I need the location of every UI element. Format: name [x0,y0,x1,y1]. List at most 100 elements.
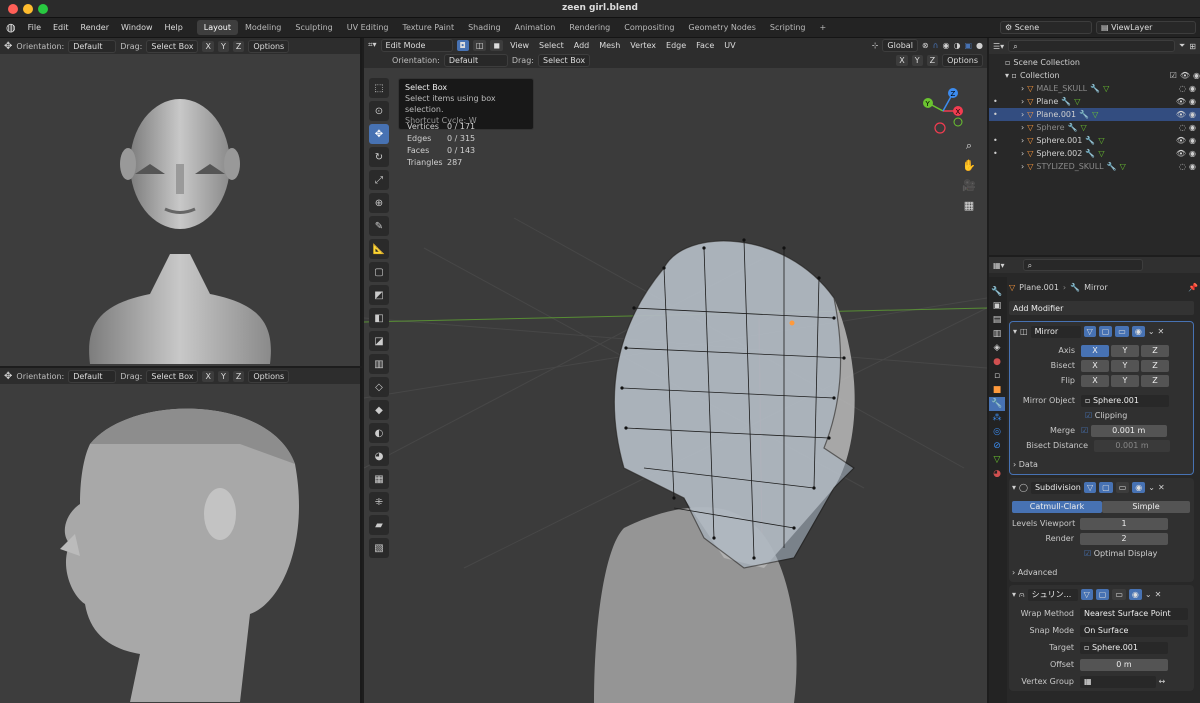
view-layer-tab-icon[interactable]: ▥ [989,327,1005,341]
poly-build-tool-icon[interactable]: ◆ [369,400,389,420]
object-tab-icon[interactable]: ■ [989,383,1005,397]
view-layer-selector[interactable]: ▤ ViewLayer [1096,21,1196,34]
axis-y-toggle[interactable]: Y [911,54,923,66]
add-cube-tool-icon[interactable]: ▢ [369,262,389,282]
drag-dropdown[interactable]: Select Box [537,53,591,67]
loop-cut-tool-icon[interactable]: ▥ [369,354,389,374]
options-dropdown[interactable]: Options [248,369,290,383]
tab-scripting[interactable]: Scripting [763,20,813,35]
move-tool-icon[interactable]: ✥ [4,371,12,382]
menu-add[interactable]: Add [571,41,593,50]
viewport-toggle-icon[interactable]: ▭ [1115,326,1129,337]
camera-icon[interactable]: 🎥 [961,176,977,196]
shading-solid-icon[interactable]: ● [976,41,983,50]
scale-tool-icon[interactable]: ⤢ [369,170,389,190]
drag-dropdown[interactable]: Select Box [146,369,199,383]
front-viewport[interactable]: ✥ Orientation: Default Drag: Select Box … [0,38,362,366]
menu-uv[interactable]: UV [721,41,738,50]
menu-face[interactable]: Face [693,41,717,50]
magnet-icon[interactable]: ∩ [933,41,939,50]
eye-icon[interactable]: ◌ [1179,162,1186,171]
add-modifier-button[interactable]: Add Modifier [1009,301,1194,315]
axis-z-button[interactable]: Z [1141,344,1169,357]
snap-icon[interactable]: ⊗ [922,41,929,50]
data-tab-icon[interactable]: ▽ [989,453,1005,467]
outliner-item[interactable]: › ▽ MALE_SKULL 🔧 ▽ ◌ ◉ [989,82,1200,95]
menu-select[interactable]: Select [536,41,567,50]
render-toggle-icon[interactable]: ◉ [1132,482,1146,493]
visibility-dot-icon[interactable]: • [993,136,1003,145]
inset-tool-icon[interactable]: ◧ [369,308,389,328]
transform-pivot-icon[interactable]: ⊹ [872,41,879,50]
move-tool-icon[interactable]: ✥ [369,124,389,144]
editor-type-icon[interactable]: ⌗▾ [368,40,377,50]
outliner-scene-collection[interactable]: ▫ Scene Collection [989,56,1200,69]
menu-render[interactable]: Render [75,23,115,32]
smooth-tool-icon[interactable]: ◕ [369,446,389,466]
properties-search-input[interactable]: ⌕ [1022,259,1143,271]
shrink-fatten-tool-icon[interactable]: ⁜ [369,492,389,512]
levels-viewport-field[interactable]: 1 [1080,517,1168,530]
shear-tool-icon[interactable]: ▰ [369,515,389,535]
outliner-item[interactable]: • › ▽ Sphere.002 🔧 ▽ 👁 ◉ [989,147,1200,160]
close-icon[interactable]: ✕ [1158,327,1165,336]
pin-icon[interactable]: 📌 [1188,283,1198,292]
zoom-icon[interactable]: ⌕ [961,136,977,156]
outliner-search-input[interactable]: ⌕ [1008,40,1175,52]
axis-x-toggle[interactable]: X [202,370,214,382]
tab-texture-paint[interactable]: Texture Paint [395,20,461,35]
menu-edit[interactable]: Edit [47,23,75,32]
modifier-tab-icon[interactable]: 🔧 [989,397,1005,411]
eye-icon[interactable]: 👁 [1176,149,1186,158]
bisect-x-button[interactable]: X [1081,359,1109,372]
merge-checkbox[interactable]: ☑ [1081,426,1088,435]
menu-vertex[interactable]: Vertex [627,41,659,50]
axis-x-toggle[interactable]: X [896,54,908,66]
bevel-tool-icon[interactable]: ◪ [369,331,389,351]
offset-field[interactable]: 0 m [1080,658,1168,671]
edge-select-icon[interactable]: ◫ [472,39,487,51]
eye-icon[interactable]: 👁 [1176,110,1186,119]
cage-toggle-icon[interactable]: ▢ [1098,326,1113,337]
axis-z-toggle[interactable]: Z [926,54,939,66]
pan-hand-icon[interactable]: ✋ [961,156,977,176]
axis-x-button[interactable]: X [1081,344,1109,357]
axis-x-toggle[interactable]: X [202,40,214,52]
render-toggle-icon[interactable]: ◉ [1128,589,1142,600]
subdivision-name-field[interactable]: Subdivision [1030,481,1081,494]
wrap-method-dropdown[interactable]: Nearest Surface Point [1080,607,1188,620]
spin-tool-icon[interactable]: ◐ [369,423,389,443]
visibility-dot-icon[interactable]: • [993,110,1003,119]
side-viewport[interactable]: ✥ Orientation: Default Drag: Select Box … [0,368,362,703]
snap-mode-dropdown[interactable]: On Surface [1080,624,1188,637]
optimal-display-checkbox[interactable]: ☑ [1084,549,1091,558]
invert-icon[interactable]: ↔ [1156,677,1166,686]
target-field[interactable]: ▫ Sphere.001 [1080,641,1168,654]
catmull-clark-button[interactable]: Catmull-Clark [1012,500,1102,513]
rotate-tool-icon[interactable]: ↻ [369,147,389,167]
orientation-dropdown[interactable]: Default [68,369,117,383]
add-workspace-icon[interactable]: + [812,20,833,35]
shrinkwrap-name-field[interactable]: シュリン... [1027,588,1078,601]
options-dropdown[interactable]: Options [248,39,290,53]
bisect-z-button[interactable]: Z [1141,359,1169,372]
orientation-dropdown[interactable]: Default [443,53,508,67]
overlay-icon[interactable]: ◑ [953,41,960,50]
render-camera-icon[interactable]: ◉ [1189,136,1200,145]
tab-layout[interactable]: Layout [196,20,238,35]
menu-edge[interactable]: Edge [663,41,689,50]
render-camera-icon[interactable]: ◉ [1189,123,1200,132]
grid-view-icon[interactable]: ▦ [961,196,977,216]
annotate-tool-icon[interactable]: ✎ [369,216,389,236]
mirror-object-field[interactable]: ▫ Sphere.001 [1081,394,1169,407]
advanced-subpanel[interactable]: › Advanced [1012,565,1191,580]
flip-y-button[interactable]: Y [1111,374,1139,387]
transform-orientation-dropdown[interactable]: Global [882,38,918,52]
measure-tool-icon[interactable]: 📐 [369,239,389,259]
particles-tab-icon[interactable]: ⁂ [989,411,1005,425]
viewport-toggle-icon[interactable]: ▭ [1112,589,1126,600]
eye-icon[interactable]: 👁 [1176,97,1186,106]
menu-help[interactable]: Help [159,23,189,32]
main-viewport[interactable]: ⌗▾ Edit Mode ◘ ◫ ◼ View Select Add Mesh … [364,38,987,703]
tab-shading[interactable]: Shading [461,20,508,35]
